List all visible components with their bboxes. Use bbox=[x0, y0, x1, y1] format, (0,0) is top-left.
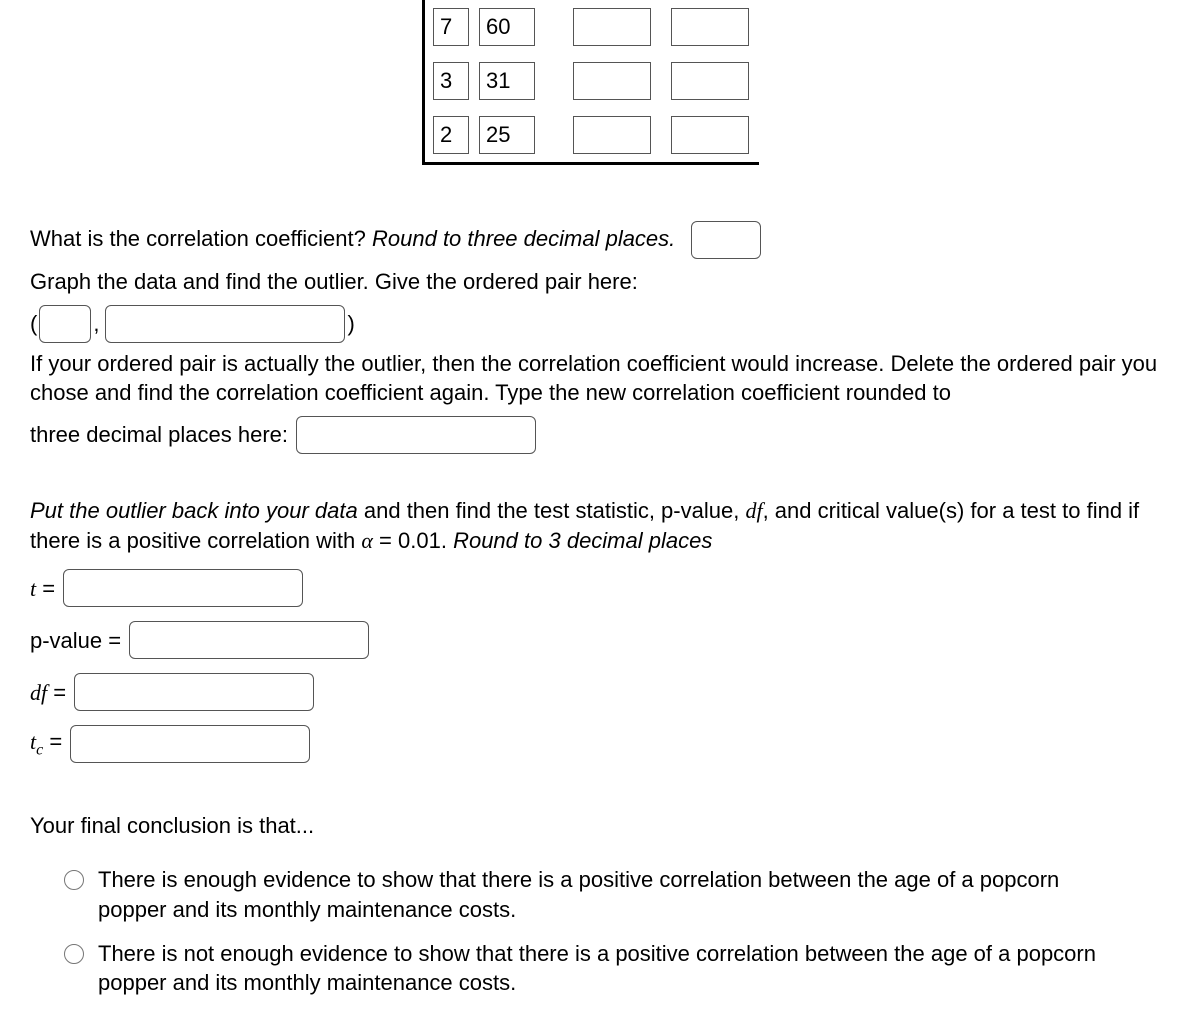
open-paren: ( bbox=[30, 309, 37, 339]
pair-y-input[interactable] bbox=[105, 305, 345, 343]
data-table: 7 60 3 31 2 25 bbox=[422, 0, 759, 165]
q2-text: Graph the data and find the outlier. Giv… bbox=[30, 267, 1170, 297]
conclusion-radio-2[interactable] bbox=[64, 944, 84, 964]
cell-blank-b[interactable] bbox=[671, 116, 749, 154]
conclusion-heading: Your final conclusion is that... bbox=[30, 811, 1170, 841]
cell-x: 3 bbox=[433, 62, 469, 100]
q4-eq: = bbox=[373, 528, 398, 553]
alpha-symbol: α bbox=[361, 528, 373, 553]
cell-x: 7 bbox=[433, 8, 469, 46]
table-row: 2 25 bbox=[425, 108, 759, 162]
t-input[interactable] bbox=[63, 569, 303, 607]
cell-blank-a[interactable] bbox=[573, 62, 651, 100]
q3-text2: three decimal places here: bbox=[30, 420, 288, 450]
cell-blank-a[interactable] bbox=[573, 116, 651, 154]
conclusion-radio-1[interactable] bbox=[64, 870, 84, 890]
q4-part4: . bbox=[441, 528, 453, 553]
pair-x-input[interactable] bbox=[39, 305, 91, 343]
q4-round: Round to 3 decimal places bbox=[453, 528, 712, 553]
cell-blank-a[interactable] bbox=[573, 8, 651, 46]
eq: = bbox=[43, 729, 62, 754]
cell-blank-b[interactable] bbox=[671, 8, 749, 46]
q1-text: What is the correlation coefficient? bbox=[30, 226, 372, 251]
new-correlation-input[interactable] bbox=[296, 416, 536, 454]
comma: , bbox=[93, 309, 99, 339]
conclusion-section: Your final conclusion is that... There i… bbox=[30, 811, 1170, 997]
cell-y: 31 bbox=[479, 62, 535, 100]
correlation-input[interactable] bbox=[691, 221, 761, 259]
table-row: 7 60 bbox=[425, 0, 759, 54]
cell-x: 2 bbox=[433, 116, 469, 154]
q4-part2: and then find the test statistic, p-valu… bbox=[358, 498, 746, 523]
q4-df: df bbox=[745, 498, 762, 523]
df-input[interactable] bbox=[74, 673, 314, 711]
cell-y: 25 bbox=[479, 116, 535, 154]
q3-text: If your ordered pair is actually the out… bbox=[30, 351, 1157, 406]
df-label: df bbox=[30, 680, 47, 705]
question-correlation: What is the correlation coefficient? Rou… bbox=[30, 221, 1170, 454]
pvalue-label: p-value = bbox=[30, 626, 121, 656]
close-paren: ) bbox=[347, 309, 354, 339]
pvalue-input[interactable] bbox=[129, 621, 369, 659]
q4-part1: Put the outlier back into your data bbox=[30, 498, 358, 523]
q1-hint: Round to three decimal places. bbox=[372, 226, 675, 251]
cell-blank-b[interactable] bbox=[671, 62, 749, 100]
question-test: Put the outlier back into your data and … bbox=[30, 496, 1170, 763]
conclusion-option-2[interactable]: There is not enough evidence to show tha… bbox=[98, 939, 1130, 998]
eq: = bbox=[47, 680, 66, 705]
ordered-pair-row: ( , ) bbox=[30, 305, 1170, 343]
alpha-value: 0.01 bbox=[398, 528, 441, 553]
tc-input[interactable] bbox=[70, 725, 310, 763]
eq: = bbox=[36, 576, 55, 601]
cell-y: 60 bbox=[479, 8, 535, 46]
table-row: 3 31 bbox=[425, 54, 759, 108]
conclusion-option-1[interactable]: There is enough evidence to show that th… bbox=[98, 865, 1130, 924]
